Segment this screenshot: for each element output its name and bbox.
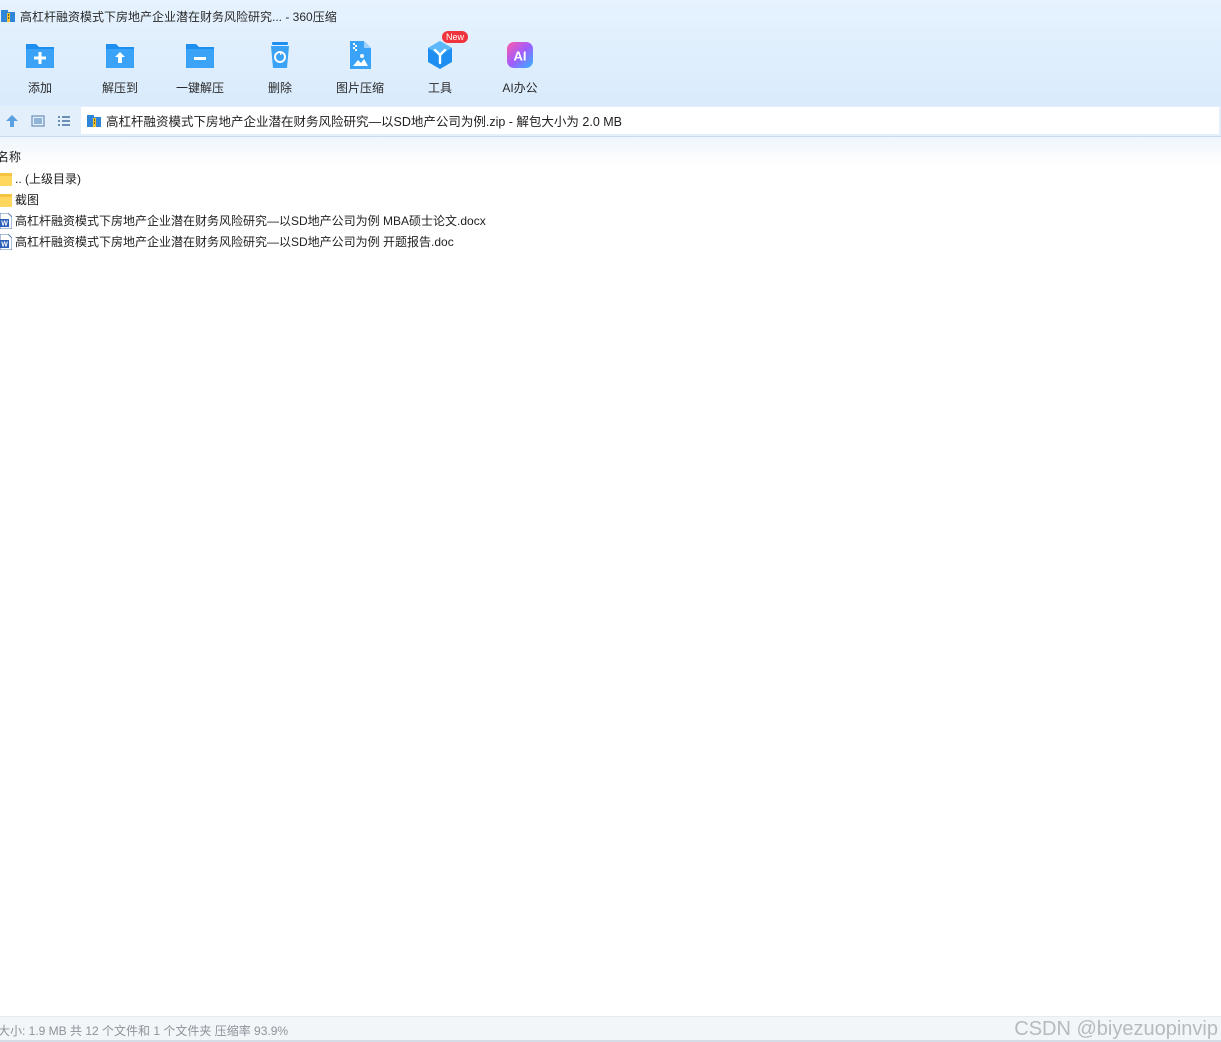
status-bar: 大小: 1.9 MB 共 12 个文件和 1 个文件夹 压缩率 93.9% CS… <box>0 1016 1221 1041</box>
one-click-extract-button[interactable]: 一键解压 <box>160 36 240 96</box>
ai-icon-text: AI <box>514 49 527 64</box>
extract-to-icon <box>106 44 134 68</box>
header: 高杠杆融资模式下房地产企业潜在财务风险研究... - 360压缩 添加 解压到 … <box>0 0 1221 106</box>
extract-to-label: 解压到 <box>101 81 138 95</box>
add-label: 添加 <box>27 81 52 95</box>
tools-button[interactable]: New 工具 <box>400 31 480 96</box>
path-text: 高杠杆融资模式下房地产企业潜在财务风险研究—以SD地产公司为例.zip - 解包… <box>106 115 622 129</box>
list-item-label: .. (上级目录) <box>15 172 81 186</box>
word-document-icon: W <box>0 212 12 229</box>
window-title: 高杠杆融资模式下房地产企业潜在财务风险研究... - 360压缩 <box>20 9 337 24</box>
list-item-screenshots-folder[interactable]: 截图 <box>0 189 1221 210</box>
add-folder-icon <box>26 44 54 68</box>
svg-text:W: W <box>1 241 8 248</box>
address-bar: 高杠杆融资模式下房地产企业潜在财务风险研究—以SD地产公司为例.zip - 解包… <box>0 106 1221 137</box>
image-compress-button[interactable]: 图片压缩 <box>320 36 400 96</box>
ai-office-icon: AI <box>507 42 533 68</box>
delete-button[interactable]: 删除 <box>240 36 320 96</box>
archive-app-icon <box>1 10 15 22</box>
list-item-label: 高杠杆融资模式下房地产企业潜在财务风险研究—以SD地产公司为例 开题报告.doc <box>15 235 454 249</box>
list-item-parent-directory[interactable]: .. (上级目录) <box>0 168 1221 189</box>
folder-icon <box>0 193 12 207</box>
file-list: .. (上级目录) 截图 W 高杠杆融资模式下房地产企业潜在财务风险研究—以SD… <box>0 168 1221 252</box>
new-badge: New <box>442 31 469 43</box>
thumbnail-view-icon[interactable] <box>30 113 46 129</box>
word-document-icon: W <box>0 233 12 250</box>
column-header-name[interactable]: 名称 <box>0 148 21 165</box>
one-click-extract-icon <box>186 44 214 68</box>
ai-office-label: AI办公 <box>502 81 538 95</box>
up-arrow-icon[interactable] <box>4 113 20 129</box>
recycle-bin-icon <box>271 42 289 68</box>
list-header-background <box>0 137 1221 165</box>
path-field[interactable]: 高杠杆融资模式下房地产企业潜在财务风险研究—以SD地产公司为例.zip - 解包… <box>81 107 1219 134</box>
delete-label: 删除 <box>267 81 292 95</box>
image-compress-label: 图片压缩 <box>335 81 384 95</box>
tools-cube-icon <box>428 41 452 69</box>
ai-office-button[interactable]: AI AI办公 <box>480 36 560 96</box>
list-view-icon[interactable] <box>56 113 72 129</box>
title-bar: 高杠杆融资模式下房地产企业潜在财务风险研究... - 360压缩 <box>0 0 1221 32</box>
toolbar: 添加 解压到 一键解压 删除 图片压缩 New 工具 AI AI办公 <box>0 31 560 96</box>
image-compress-icon <box>350 41 371 69</box>
status-text: 大小: 1.9 MB 共 12 个文件和 1 个文件夹 压缩率 93.9% <box>0 1024 289 1038</box>
tools-label: 工具 <box>427 81 452 95</box>
watermark: CSDN @biyezuopinvip <box>1014 1018 1218 1040</box>
add-button[interactable]: 添加 <box>0 36 80 96</box>
list-item-label: 截图 <box>15 193 40 207</box>
app-window: 高杠杆融资模式下房地产企业潜在财务风险研究... - 360压缩 添加 解压到 … <box>0 0 1221 1042</box>
folder-icon <box>0 172 12 186</box>
one-click-extract-label: 一键解压 <box>175 81 224 95</box>
extract-to-button[interactable]: 解压到 <box>80 36 160 96</box>
list-item-thesis-docx[interactable]: W 高杠杆融资模式下房地产企业潜在财务风险研究—以SD地产公司为例 MBA硕士论… <box>0 210 1221 231</box>
list-item-proposal-doc[interactable]: W 高杠杆融资模式下房地产企业潜在财务风险研究—以SD地产公司为例 开题报告.d… <box>0 231 1221 252</box>
list-item-label: 高杠杆融资模式下房地产企业潜在财务风险研究—以SD地产公司为例 MBA硕士论文.… <box>15 214 486 228</box>
zip-file-icon <box>87 114 101 127</box>
svg-text:W: W <box>1 220 8 227</box>
